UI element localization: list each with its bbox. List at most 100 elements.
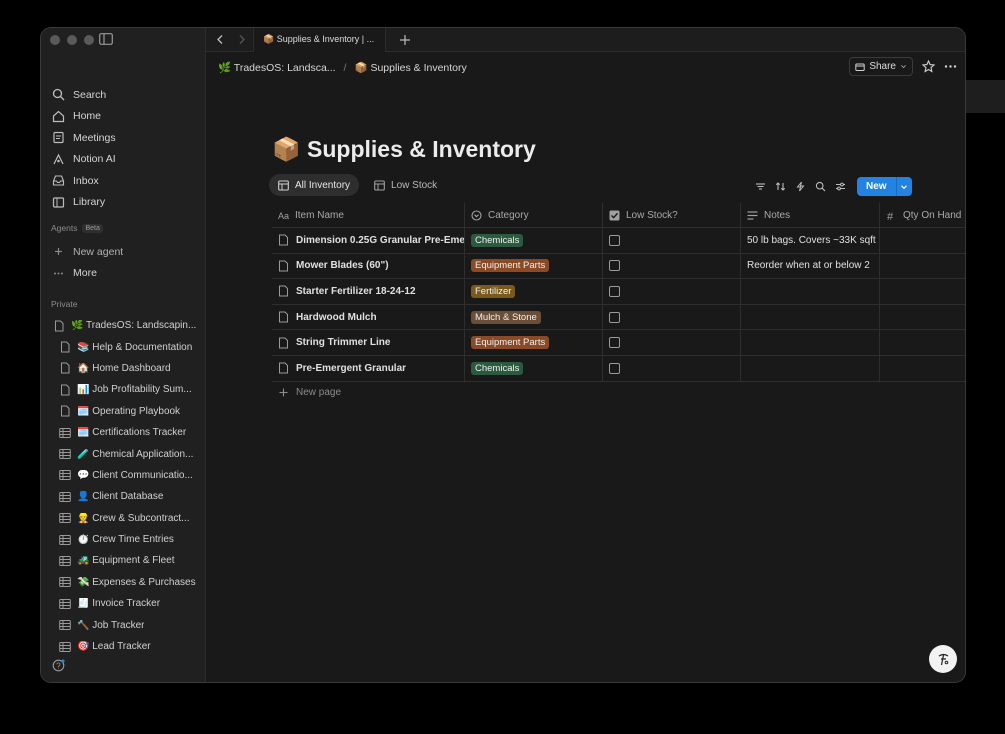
sidebar-page-item[interactable]: 🧪 Chemical Application...	[53, 443, 205, 464]
qty-cell[interactable]	[880, 279, 965, 304]
qty-cell[interactable]	[880, 254, 965, 279]
new-button-label[interactable]: New	[857, 177, 896, 196]
sidebar-page-item[interactable]: 🏠 Home Dashboard	[53, 358, 205, 379]
sidebar-page-item[interactable]: 💸 Expenses & Purchases	[53, 572, 205, 593]
notes-cell[interactable]	[741, 279, 880, 304]
sidebar-item-search[interactable]: Search	[51, 84, 201, 106]
page-icon	[279, 362, 288, 374]
new-tab-icon[interactable]	[399, 34, 411, 46]
table-row[interactable]: Mower Blades (60") Equipment Parts Reorder…	[272, 253, 965, 280]
column-header-item-name[interactable]: Aa Item Name	[272, 203, 465, 227]
filter-icon[interactable]	[755, 181, 766, 192]
view-tabs: All Inventory Low Stock	[269, 174, 446, 196]
tab-supplies-inventory[interactable]: 📦 Supplies & Inventory | ...	[253, 28, 386, 52]
view-tab-all-inventory[interactable]: All Inventory	[269, 174, 360, 196]
sidebar-page-item[interactable]: 🌿 TradesOS: Landscapin...	[53, 315, 205, 336]
new-record-button[interactable]: New	[857, 177, 912, 196]
ai-face-icon	[938, 653, 948, 665]
item-name-cell[interactable]: Starter Fertilizer 18-24-12	[272, 279, 465, 304]
sidebar-item-library[interactable]: Library	[51, 192, 201, 214]
sidebar-page-item[interactable]: 👷 Crew & Subcontract...	[53, 508, 205, 529]
item-name-cell[interactable]: Hardwood Mulch	[272, 304, 465, 330]
sidebar-page-item[interactable]: 🧾 Invoice Tracker	[53, 593, 205, 614]
back-icon[interactable]	[215, 34, 226, 45]
qty-cell[interactable]	[880, 330, 965, 355]
qty-cell[interactable]	[880, 228, 965, 253]
table-row[interactable]: Starter Fertilizer 18-24-12 Fertilizer	[272, 279, 965, 305]
text-property-icon: Aa	[278, 211, 289, 221]
sidebar-item-notion-ai[interactable]: Notion AI	[51, 149, 201, 171]
notes-cell[interactable]	[741, 304, 880, 330]
help-icon[interactable]: ?	[52, 659, 65, 672]
low-stock-checkbox[interactable]	[609, 260, 620, 272]
column-header-notes[interactable]: Notes	[741, 203, 880, 227]
notes-cell[interactable]	[741, 355, 880, 381]
sidebar-page-item[interactable]: 🗓️ Operating Playbook	[53, 401, 205, 422]
category-cell[interactable]: Fertilizer	[465, 279, 603, 304]
sidebar-page-item[interactable]: 📊 Job Profitability Sum...	[53, 379, 205, 400]
column-header-qty-on-hand[interactable]: # Qty On Hand	[880, 203, 965, 227]
notes-cell[interactable]: Reorder when at or below 2	[741, 253, 880, 279]
sidebar-page-item[interactable]: 💬 Client Communicatio...	[53, 465, 205, 486]
view-tab-low-stock[interactable]: Low Stock	[365, 174, 446, 196]
item-name-cell[interactable]: Mower Blades (60")	[272, 253, 465, 279]
sidebar-page-item[interactable]: ⏱️ Crew Time Entries	[53, 529, 205, 550]
column-header-category[interactable]: Category	[465, 203, 603, 227]
sidebar-toggle-icon[interactable]	[99, 33, 113, 45]
share-button[interactable]: Share	[849, 57, 913, 76]
notes-cell[interactable]: 50 lb bags. Covers ~33K sqft	[741, 228, 880, 253]
table-row[interactable]: Hardwood Mulch Mulch & Stone	[272, 304, 965, 331]
sidebar-item-home[interactable]: Home	[51, 106, 201, 128]
low-stock-checkbox[interactable]	[609, 285, 620, 297]
item-name-cell[interactable]: String Trimmer Line	[272, 330, 465, 355]
low-stock-checkbox[interactable]	[609, 337, 620, 349]
notes-cell[interactable]	[741, 330, 880, 355]
low-stock-checkbox[interactable]	[609, 362, 620, 374]
select-property-icon	[471, 209, 482, 221]
breadcrumb: 🌿 TradesOS: Landsca... / 📦 Supplies & In…	[218, 61, 467, 75]
item-name-cell[interactable]: Pre-Emergent Granular	[272, 355, 465, 381]
qty-cell[interactable]	[880, 305, 965, 330]
new-agent-button[interactable]: New agent	[51, 241, 201, 263]
category-cell[interactable]: Chemicals	[465, 228, 603, 253]
agents-label: Agents	[51, 223, 78, 233]
breadcrumb-parent[interactable]: 🌿 TradesOS: Landsca...	[218, 61, 336, 74]
sidebar-page-item[interactable]: 🎯 Lead Tracker	[53, 636, 205, 657]
forward-icon[interactable]	[236, 34, 247, 45]
category-cell[interactable]: Equipment Parts	[465, 330, 603, 355]
favorite-star-icon[interactable]	[922, 60, 935, 73]
minimize-window-button[interactable]	[67, 35, 77, 45]
category-cell[interactable]: Equipment Parts	[465, 253, 603, 279]
table-row[interactable]: String Trimmer Line Equipment Parts	[272, 330, 965, 356]
sidebar-item-meetings[interactable]: Meetings	[51, 127, 201, 149]
category-cell[interactable]: Chemicals	[465, 355, 603, 381]
new-page-button[interactable]: New page	[279, 387, 341, 398]
table-row[interactable]: Dimension 0.25G Granular Pre-Emerg Chemic…	[272, 228, 965, 254]
category-cell[interactable]: Mulch & Stone	[465, 304, 603, 330]
automation-bolt-icon[interactable]	[795, 181, 806, 192]
notion-ai-assistant-button[interactable]	[929, 645, 957, 673]
sort-icon[interactable]	[775, 181, 786, 192]
sidebar-item-inbox[interactable]: Inbox	[51, 170, 201, 192]
table-row[interactable]: Pre-Emergent Granular Chemicals	[272, 355, 965, 382]
more-button[interactable]: More	[51, 263, 201, 285]
sidebar-page-item[interactable]: 👤 Client Database	[53, 486, 205, 507]
settings-sliders-icon[interactable]	[835, 181, 846, 192]
maximize-window-button[interactable]	[84, 35, 94, 45]
more-options-icon[interactable]	[944, 60, 957, 73]
sidebar-page-item[interactable]: 🗓️ Certifications Tracker	[53, 422, 205, 443]
search-icon[interactable]	[815, 181, 826, 192]
column-header-low-stock[interactable]: Low Stock?	[603, 203, 741, 227]
new-dropdown-button[interactable]	[895, 177, 912, 196]
sidebar-page-item[interactable]: 📚 Help & Documentation	[53, 336, 205, 357]
sidebar-page-label: ⏱️ Crew Time Entries	[77, 534, 174, 546]
low-stock-checkbox[interactable]	[609, 234, 620, 246]
qty-cell[interactable]	[880, 356, 965, 381]
sidebar-page-item[interactable]: 🚜 Equipment & Fleet	[53, 550, 205, 571]
breadcrumb-current[interactable]: 📦 Supplies & Inventory	[354, 61, 466, 74]
sidebar-page-item[interactable]: 🔨 Job Tracker	[53, 614, 205, 635]
page-title[interactable]: 📦 Supplies & Inventory	[272, 136, 536, 163]
item-name-cell[interactable]: Dimension 0.25G Granular Pre-Emerg	[272, 228, 465, 253]
low-stock-checkbox[interactable]	[609, 311, 620, 323]
close-window-button[interactable]	[50, 35, 60, 45]
